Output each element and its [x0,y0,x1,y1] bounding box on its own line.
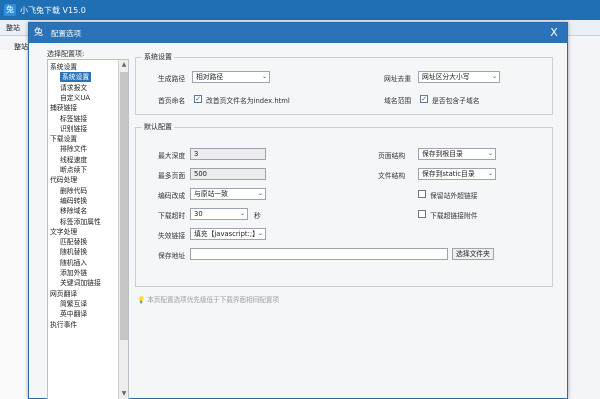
scroll-up-icon[interactable]: ▲ [119,60,128,70]
tree-category[interactable]: 文字处理 [50,227,77,237]
keep-external-checkbox[interactable] [418,190,426,198]
choose-folder-button[interactable]: 选择文件夹 [452,248,494,260]
tree-item[interactable]: 系统设置 [60,72,92,83]
encoding-label: 编码改成 [158,192,186,200]
tip-note: 💡 本页配置选项优先级低于下载界面相同配置项 [137,294,279,304]
timeout-label: 下载超时 [158,212,186,220]
save-addr-label: 保存地址 [158,252,186,260]
chevron-down-icon: ⌄ [257,190,263,197]
tree-item[interactable]: 断点续下 [60,165,87,175]
domain-label: 域名范围 [384,97,412,105]
file-struct-select[interactable]: 保存到static目录 ⌄ [418,168,496,180]
tree-category[interactable]: 下载设置 [50,134,77,144]
page-struct-value: 保存到根目录 [422,150,463,158]
tree-category[interactable]: 系统设置 [50,62,77,72]
gen-path-select[interactable]: 相对路径 ⌄ [192,71,270,83]
tree-category[interactable]: 捕获链接 [50,103,77,113]
url-dedupe-label: 网址去重 [384,75,412,83]
chevron-down-icon: ⌄ [487,150,493,157]
tree-item[interactable]: 英中翻译 [60,309,87,319]
app-title-bar: 兔 小飞兔下载 V15.0 [0,0,600,20]
max-pages-label: 最多页面 [158,172,186,180]
homepage-check-label: 改首页文件名为index.html [206,97,290,105]
default-config-title: 默认配置 [142,122,174,132]
lightbulb-icon: 💡 [137,296,146,304]
dialog-icon: 兔 [34,28,44,38]
gen-path-value: 相对路径 [196,73,224,81]
tree-item[interactable]: 删除代码 [60,186,87,196]
invalid-link-select[interactable]: 填充【javascript:;】 ⌄ [190,228,266,240]
homepage-label: 首页命名 [158,97,186,105]
select-config-label: 选择配置项: [47,50,85,58]
tree-category[interactable]: 代码处理 [50,175,77,185]
tree-item[interactable]: 随机插入 [60,258,87,268]
tree-scrollbar[interactable]: ▲ ▼ [118,60,128,399]
tree-category[interactable]: 执行事件 [50,320,77,330]
toolbar-item-site[interactable]: 整站 [6,23,20,33]
tip-text: 本页配置选项优先级低于下载界面相同配置项 [147,296,280,304]
tree-item[interactable]: 标签添加属性 [60,217,101,227]
homepage-checkbox[interactable]: ✓ [194,95,202,103]
tree-item[interactable]: 排除文件 [60,144,87,154]
save-addr-input[interactable] [190,248,448,260]
download-attach-label: 下载超链接附件 [430,212,478,220]
encoding-value: 与原站一致 [194,190,228,198]
tree-item[interactable]: 简繁互译 [60,299,87,309]
gen-path-label: 生成路径 [158,75,186,83]
keep-external-label: 保留站外超链接 [430,192,478,200]
page-struct-select[interactable]: 保存到根目录 ⌄ [418,148,496,160]
chevron-down-icon: ⌄ [491,73,497,80]
chevron-down-icon: ⌄ [239,210,245,217]
close-button[interactable]: X [547,25,561,41]
system-settings-title: 系统设置 [142,52,174,62]
config-dialog: 兔 配置选项 X 选择配置项: ▲ ▼ 系统设置 系统设置 请求报文 自定义UA 捕获链… [28,22,568,399]
max-pages-input[interactable]: 500 [190,168,266,180]
app-logo-icon: 兔 [4,4,16,16]
tree-item[interactable]: 匹配替换 [60,237,87,247]
tree-item[interactable]: 编码转换 [60,196,87,206]
tree-item[interactable]: 移除域名 [60,206,87,216]
url-dedupe-value: 网址区分大小写 [422,73,470,81]
chevron-down-icon: ⌄ [261,73,267,80]
tree-category[interactable]: 网页翻译 [50,289,77,299]
tree-item[interactable]: 线程速度 [60,155,87,165]
dialog-title: 配置选项 [51,29,81,38]
tree-item[interactable]: 关键词加链接 [60,278,101,288]
file-struct-value: 保存到static目录 [422,170,475,178]
scroll-down-icon[interactable]: ▼ [119,389,128,399]
page-struct-label: 页面结构 [378,152,406,160]
chevron-down-icon: ⌄ [487,170,493,177]
file-struct-label: 文件结构 [378,172,406,180]
tree-item[interactable]: 请求报文 [60,83,87,93]
system-settings-group: 系统设置 生成路径 相对路径 ⌄ 网址去重 网址区分大小写 ⌄ 首页命名 ✓ 改首页… [135,52,553,115]
max-depth-input[interactable]: 3 [190,148,266,160]
tree-item[interactable]: 随机替换 [60,247,87,257]
timeout-unit: 秒 [254,212,261,220]
chevron-down-icon: ⌄ [257,230,263,237]
url-dedupe-select[interactable]: 网址区分大小写 ⌄ [418,71,500,83]
timeout-value: 30 [194,210,203,218]
domain-checkbox[interactable]: ✓ [420,95,428,103]
tree-item[interactable]: 标签链接 [60,114,87,124]
encoding-select[interactable]: 与原站一致 ⌄ [190,188,266,200]
timeout-select[interactable]: 30 ⌄ [190,208,248,220]
config-tree[interactable]: ▲ ▼ 系统设置 系统设置 请求报文 自定义UA 捕获链接 标签链接 识别链接 下载设置 排除文… [47,59,129,399]
tree-item[interactable]: 自定义UA [60,93,90,103]
tree-item[interactable]: 添加外链 [60,268,87,278]
scroll-thumb[interactable] [120,72,128,340]
app-title: 小飞兔下载 V15.0 [20,6,86,15]
default-config-group: 默认配置 最大深度 3 页面结构 保存到根目录 ⌄ 最多页面 500 文件结构 保… [135,122,553,287]
max-depth-label: 最大深度 [158,152,186,160]
invalid-link-label: 失效链接 [158,232,186,240]
download-attach-checkbox[interactable] [418,210,426,218]
dialog-title-bar: 兔 配置选项 X [29,23,567,43]
invalid-link-value: 填充【javascript:;】 [194,230,259,238]
domain-check-label: 是否包含子域名 [432,97,480,105]
tree-item[interactable]: 识别链接 [60,124,87,134]
